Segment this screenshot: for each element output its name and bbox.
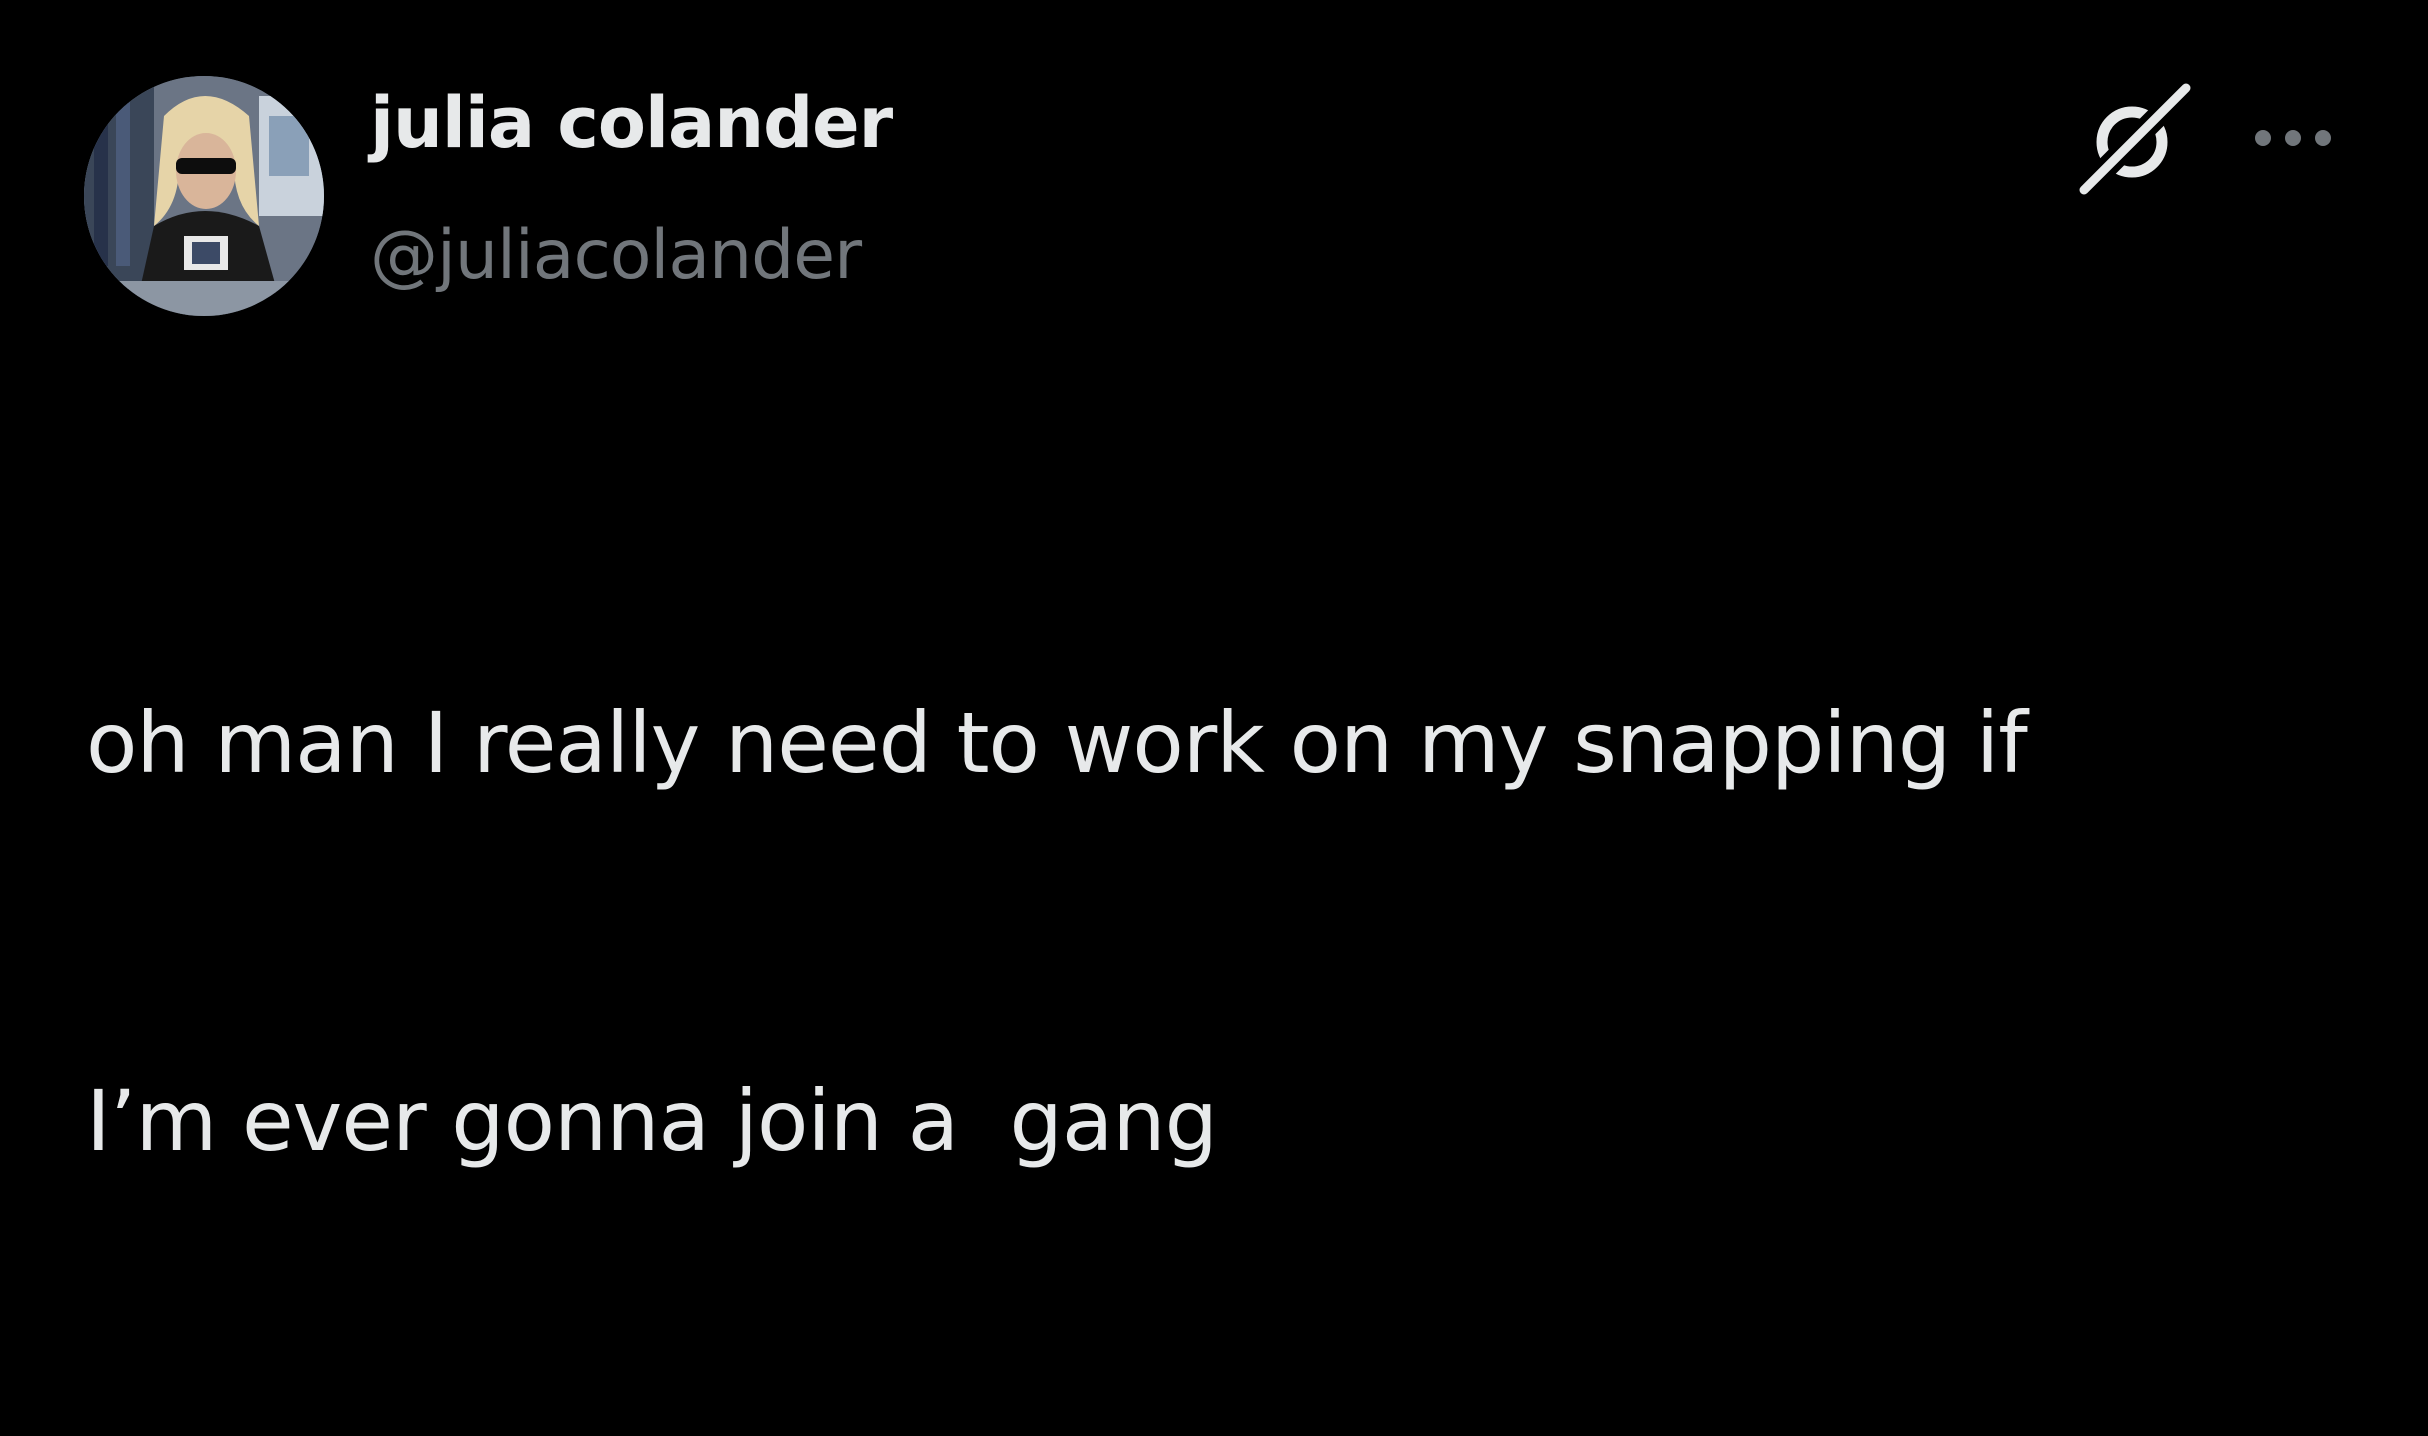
display-name[interactable]: julia colander	[370, 88, 893, 158]
more-options-icon[interactable]	[2248, 118, 2338, 158]
user-handle[interactable]: @juliacolander	[370, 222, 862, 290]
tweet-text: oh man I really need to work on my snapp…	[86, 428, 2336, 1436]
profile-photo-icon	[84, 76, 324, 316]
tweet-text-line: oh man I really need to work on my snapp…	[86, 694, 2028, 792]
avatar[interactable]	[84, 76, 324, 316]
tweet-text-line: I’m ever gonna join a gang	[86, 1072, 1218, 1170]
tweet-card: julia colander @juliacolander oh man I r…	[0, 0, 2428, 1170]
grok-icon[interactable]	[2070, 74, 2200, 204]
